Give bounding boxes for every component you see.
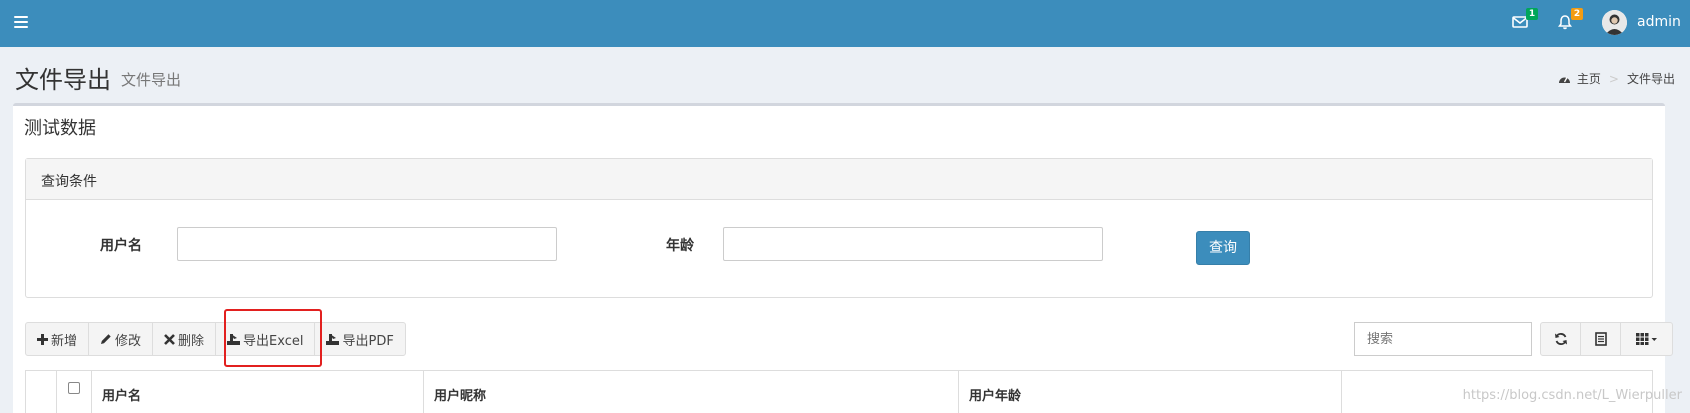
page-subtitle: 文件导出 <box>121 71 182 89</box>
plus-icon <box>37 333 48 345</box>
add-button[interactable]: 新增 <box>25 322 90 356</box>
age-label: 年龄 <box>666 238 694 254</box>
menu-toggle-icon[interactable] <box>14 16 28 28</box>
select-all-cell <box>57 371 92 413</box>
username-label: 用户名 <box>100 238 142 254</box>
columns-dropdown-button[interactable] <box>1620 322 1673 356</box>
export-excel-button[interactable]: 导出Excel <box>215 322 316 356</box>
page-title: 文件导出 <box>15 66 111 94</box>
table-view-controls <box>1540 322 1673 356</box>
pencil-icon <box>101 334 111 344</box>
columns-icon <box>1635 333 1657 345</box>
age-input[interactable] <box>723 227 1103 261</box>
select-all-checkbox[interactable] <box>68 382 80 394</box>
notifications-icon[interactable]: 2 <box>1557 8 1583 32</box>
column-header-nickname[interactable]: 用户昵称 <box>424 371 959 413</box>
content-box: 测试数据 查询条件 用户名 年龄 查询 新增 修改 删除 导出Excel 导出P… <box>13 103 1673 413</box>
toggle-view-button[interactable] <box>1580 322 1621 356</box>
avatar-image <box>1602 10 1627 35</box>
breadcrumb-home[interactable]: 主页 <box>1577 70 1601 87</box>
table-detail-column <box>26 371 57 413</box>
list-icon <box>1594 332 1607 346</box>
top-navbar: 1 2 admin <box>0 0 1690 47</box>
query-panel: 查询条件 用户名 年龄 查询 <box>25 158 1653 298</box>
breadcrumb-separator: > <box>1608 71 1619 86</box>
user-avatar[interactable] <box>1602 10 1627 35</box>
dashboard-icon <box>1558 77 1570 83</box>
refresh-button[interactable] <box>1540 322 1581 356</box>
box-title: 测试数据 <box>24 118 96 139</box>
export-pdf-button[interactable]: 导出PDF <box>314 322 406 356</box>
edit-button[interactable]: 修改 <box>88 322 154 356</box>
watermark-text: https://blog.csdn.net/L_Wierpuller <box>1462 388 1682 403</box>
refresh-icon <box>1554 333 1567 345</box>
notifications-badge: 2 <box>1571 8 1583 20</box>
username[interactable]: admin <box>1637 14 1681 30</box>
query-panel-title: 查询条件 <box>26 159 1652 200</box>
export-icon <box>326 334 340 345</box>
table-header: 用户名 用户昵称 用户年龄 <box>25 370 1653 413</box>
breadcrumb-current: 文件导出 <box>1626 72 1675 86</box>
table-toolbar: 新增 修改 删除 导出Excel 导出PDF <box>25 322 406 356</box>
messages-badge: 1 <box>1526 8 1538 20</box>
column-header-username[interactable]: 用户名 <box>92 371 424 413</box>
delete-button[interactable]: 删除 <box>152 322 217 356</box>
column-header-age[interactable]: 用户年龄 <box>959 371 1342 413</box>
edit-button-label: 修改 <box>115 333 142 349</box>
close-icon <box>164 333 175 345</box>
export-icon <box>227 334 241 345</box>
query-button[interactable]: 查询 <box>1196 231 1250 265</box>
add-button-label: 新增 <box>51 333 78 349</box>
table-search-input[interactable] <box>1354 322 1532 356</box>
export-excel-label: 导出Excel <box>243 333 304 349</box>
messages-icon[interactable]: 1 <box>1512 8 1538 32</box>
delete-button-label: 删除 <box>178 333 205 349</box>
export-pdf-label: 导出PDF <box>342 333 394 349</box>
breadcrumb: 主页 > 文件导出 <box>1558 70 1675 87</box>
username-input[interactable] <box>177 227 557 261</box>
